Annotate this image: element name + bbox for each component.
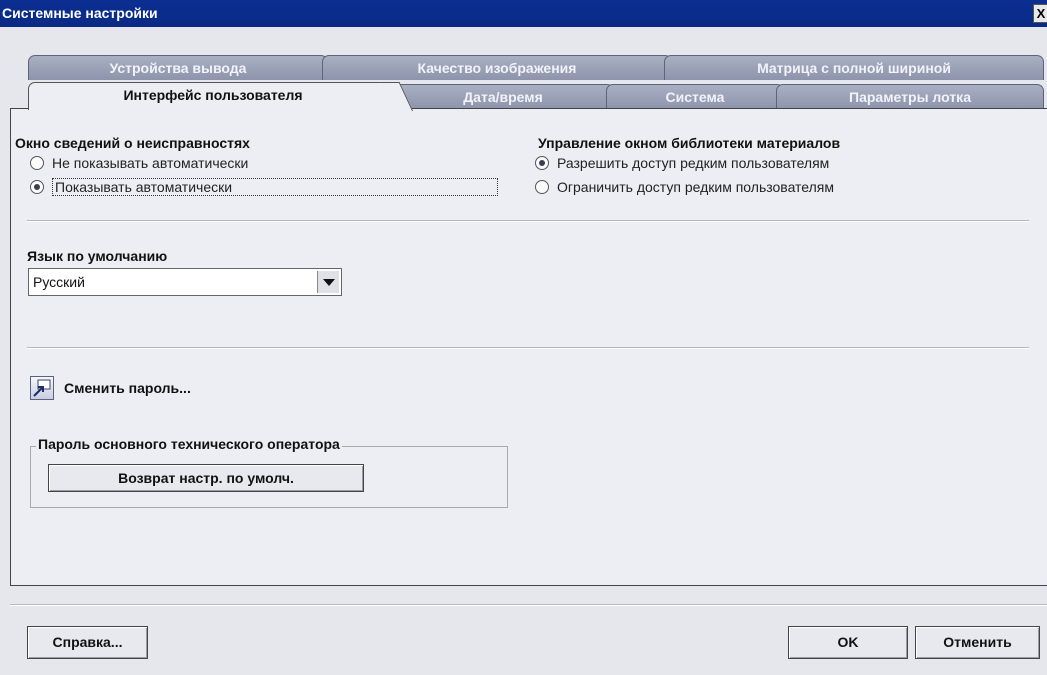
radio-button[interactable] xyxy=(535,180,549,194)
footer-divider xyxy=(10,604,1047,606)
change-password-icon xyxy=(30,376,54,400)
library-window-title: Управление окном библиотеки материалов xyxy=(538,135,841,151)
radio-label: Не показывать автоматически xyxy=(52,155,249,171)
close-button[interactable]: X xyxy=(1033,4,1047,23)
tab-output-devices[interactable]: Устройства вывода xyxy=(28,55,328,80)
default-language-label: Язык по умолчанию xyxy=(27,248,168,264)
language-selected-value: Русский xyxy=(33,274,85,290)
library-option-allow[interactable]: Разрешить доступ редким пользователям xyxy=(535,153,829,173)
tab-date-time[interactable]: Дата/время xyxy=(392,84,614,109)
tab-tray-settings[interactable]: Параметры лотка xyxy=(776,84,1044,109)
help-button[interactable]: Справка... xyxy=(27,626,148,659)
tab-user-interface[interactable]: Интерфейс пользователя xyxy=(28,82,398,110)
fault-option-show[interactable]: Показывать автоматически xyxy=(30,177,498,197)
admin-password-legend: Пароль основного технического оператора xyxy=(36,436,342,452)
chevron-down-icon[interactable] xyxy=(317,271,339,293)
change-password-button[interactable]: Сменить пароль... xyxy=(30,376,191,400)
radio-button-selected[interactable] xyxy=(535,156,549,170)
tab-system[interactable]: Система xyxy=(606,84,784,109)
fault-option-hide[interactable]: Не показывать автоматически xyxy=(30,153,248,173)
fault-window-title: Окно сведений о неисправностях xyxy=(15,135,250,151)
section-divider xyxy=(27,347,1029,349)
tab-full-width-array[interactable]: Матрица с полной шириной xyxy=(664,55,1044,80)
radio-label: Ограничить доступ редким пользователям xyxy=(557,179,834,195)
radio-label: Разрешить доступ редким пользователям xyxy=(557,155,830,171)
window-titlebar: Системные настройки X xyxy=(0,0,1047,27)
radio-button-selected[interactable] xyxy=(30,180,44,194)
section-divider xyxy=(27,220,1029,222)
library-option-restrict[interactable]: Ограничить доступ редким пользователям xyxy=(535,177,834,197)
radio-label: Показывать автоматически xyxy=(52,178,498,196)
radio-button[interactable] xyxy=(30,156,44,170)
cancel-button[interactable]: Отменить xyxy=(915,626,1040,659)
reset-defaults-button[interactable]: Возврат настр. по умолч. xyxy=(48,464,364,492)
ok-button[interactable]: OK xyxy=(788,626,908,659)
window-title: Системные настройки xyxy=(2,5,158,21)
tab-image-quality[interactable]: Качество изображения xyxy=(322,55,672,80)
language-dropdown[interactable]: Русский xyxy=(28,268,342,296)
change-password-label: Сменить пароль... xyxy=(64,380,191,396)
